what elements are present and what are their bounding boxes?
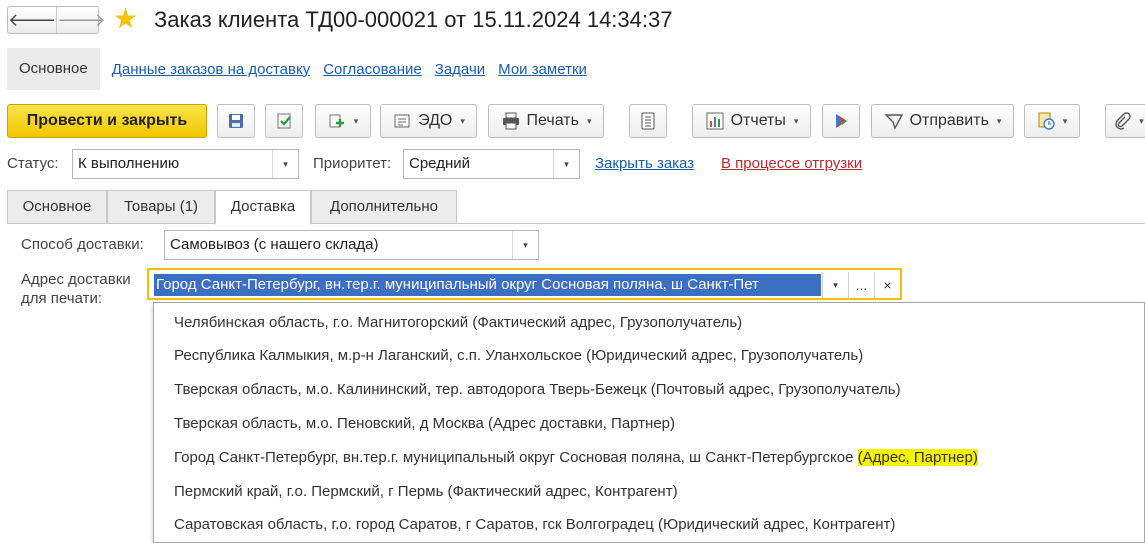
address-option-text: Тверская область, м.о. Пеновский, д Моск… (174, 415, 676, 432)
share-button[interactable] (822, 104, 860, 138)
edo-button[interactable]: ЭДО ▾ (380, 104, 477, 138)
delivery-method-value: Самовывоз (с нашего склада) (170, 236, 379, 253)
section-link-notes[interactable]: Мои заметки (498, 61, 587, 78)
dropdown-arrow-icon: ▾ (1062, 115, 1068, 126)
send-plane-icon (883, 114, 903, 130)
address-option-text: Саратовская область, г.о. город Саратов,… (174, 516, 896, 533)
section-link-delivery-data[interactable]: Данные заказов на доставку (112, 61, 310, 78)
favorite-star-icon[interactable]: ★ (113, 4, 138, 34)
section-link-tasks[interactable]: Задачи (435, 61, 485, 78)
chevron-down-icon[interactable]: ▾ (512, 231, 538, 259)
forward-arrow-icon[interactable]: 🡒 (56, 7, 106, 33)
create-based-on-button[interactable]: ▾ (315, 104, 371, 138)
post-document-icon (277, 113, 291, 129)
share-triangle-icon (836, 114, 847, 128)
print-label: Печать (526, 112, 579, 129)
printer-icon (502, 112, 519, 130)
address-dropdown-list: Челябинская область, г.о. Магнитогорский… (153, 302, 1145, 543)
address-option[interactable]: Пермский край, г.о. Пермский, г Пермь (Ф… (174, 481, 678, 503)
paperclip-icon (1115, 112, 1131, 130)
select-address-button[interactable]: ... (848, 272, 874, 298)
title-bar: 🡐 🡒 ★ Заказ клиента ТД00-000021 от 15.11… (0, 0, 1145, 42)
section-bar: Основное Данные заказов на доставку Согл… (7, 48, 587, 90)
status-label: Статус: (7, 155, 59, 172)
address-option[interactable]: Саратовская область, г.о. город Саратов,… (174, 514, 895, 536)
save-icon (229, 114, 243, 128)
address-option[interactable]: Республика Калмыкия, м.р-н Лаганский, с.… (174, 345, 863, 367)
scheduled-tasks-button[interactable]: ▾ (1024, 104, 1080, 138)
address-label-line2: для печати: (21, 290, 103, 307)
command-toolbar: Провести и закрыть ▾ ЭДО ▾ Печать ▾ Отче… (7, 104, 1145, 138)
clear-icon[interactable]: × (874, 272, 900, 298)
address-option-text: Челябинская область, г.о. Магнитогорский… (174, 314, 743, 331)
document-clock-icon (1038, 112, 1055, 130)
tab-additional[interactable]: Дополнительно (311, 190, 457, 224)
address-option-text: Республика Калмыкия, м.р-н Лаганский, с.… (174, 347, 864, 364)
tab-delivery[interactable]: Доставка (215, 190, 311, 225)
print-button[interactable]: Печать ▾ (488, 104, 604, 138)
close-order-link[interactable]: Закрыть заказ (595, 155, 694, 172)
dropdown-arrow-icon: ▾ (1139, 115, 1144, 126)
dropdown-arrow-icon: ▾ (353, 115, 359, 126)
edo-label: ЭДО (418, 112, 453, 129)
post-button[interactable] (265, 104, 303, 138)
send-label: Отправить (909, 112, 989, 129)
address-option-text: Город Санкт-Петербург, вн.тер.г. муницип… (174, 449, 858, 466)
address-option[interactable]: Город Санкт-Петербург, вн.тер.г. муницип… (174, 447, 978, 469)
chevron-down-icon[interactable]: ▾ (553, 150, 579, 178)
priority-field[interactable]: Средний ▾ (403, 149, 580, 179)
tab-main[interactable]: Основное (7, 190, 107, 224)
tab-strip: Основное Товары (1) Доставка Дополнитель… (7, 190, 1145, 225)
address-label-line1: Адрес доставки (21, 271, 131, 288)
dropdown-arrow-icon: ▾ (996, 115, 1002, 126)
address-option-text: Тверская область, м.о. Калининский, тер.… (174, 381, 901, 398)
delivery-method-field[interactable]: Самовывоз (с нашего склада) ▾ (164, 230, 539, 260)
address-option-text: Пермский край, г.о. Пермский, г Пермь (Ф… (174, 483, 678, 500)
tab-goods[interactable]: Товары (1) (107, 190, 215, 224)
shipping-state-link[interactable]: В процессе отгрузки (721, 155, 862, 172)
address-option[interactable]: Тверская область, м.о. Калининский, тер.… (174, 379, 901, 401)
chevron-down-icon[interactable]: ▾ (822, 272, 848, 298)
reports-label: Отчеты (730, 112, 786, 129)
dropdown-arrow-icon: ▾ (793, 115, 799, 126)
attachments-button[interactable]: ▾ (1105, 104, 1145, 138)
section-link-approval[interactable]: Согласование (323, 61, 422, 78)
reports-chart-icon (706, 112, 724, 130)
document-title: Заказ клиента ТД00-000021 от 15.11.2024 … (154, 7, 673, 32)
status-value: К выполнению (78, 155, 180, 172)
print-address-value[interactable]: Город Санкт-Петербург, вн.тер.г. муницип… (154, 274, 821, 296)
chevron-down-icon[interactable]: ▾ (272, 150, 298, 178)
section-main[interactable]: Основное (7, 48, 100, 90)
document-list-icon (641, 112, 655, 130)
dropdown-arrow-icon: ▾ (586, 115, 592, 126)
post-and-close-button[interactable]: Провести и закрыть (7, 104, 207, 138)
highlighted-address-type: (Адрес, Партнер) (857, 449, 978, 466)
delivery-method-label: Способ доставки: (21, 236, 144, 253)
dropdown-arrow-icon: ▾ (460, 115, 465, 126)
status-field[interactable]: К выполнению ▾ (72, 149, 299, 179)
priority-value: Средний (409, 155, 470, 172)
address-option[interactable]: Тверская область, м.о. Пеновский, д Моск… (174, 413, 675, 435)
send-button[interactable]: Отправить ▾ (871, 104, 1014, 138)
back-arrow-icon[interactable]: 🡐 (8, 7, 56, 33)
address-option[interactable]: Челябинская область, г.о. Магнитогорский… (174, 312, 742, 334)
create-based-icon (329, 114, 344, 128)
save-button[interactable] (217, 104, 255, 138)
structure-button[interactable] (629, 104, 667, 138)
edo-icon (394, 114, 410, 128)
priority-label: Приоритет: (313, 155, 392, 172)
history-nav: 🡐 🡒 (7, 6, 106, 34)
print-address-input[interactable]: Город Санкт-Петербург, вн.тер.г. муницип… (147, 268, 902, 300)
reports-button[interactable]: Отчеты ▾ (692, 104, 811, 138)
